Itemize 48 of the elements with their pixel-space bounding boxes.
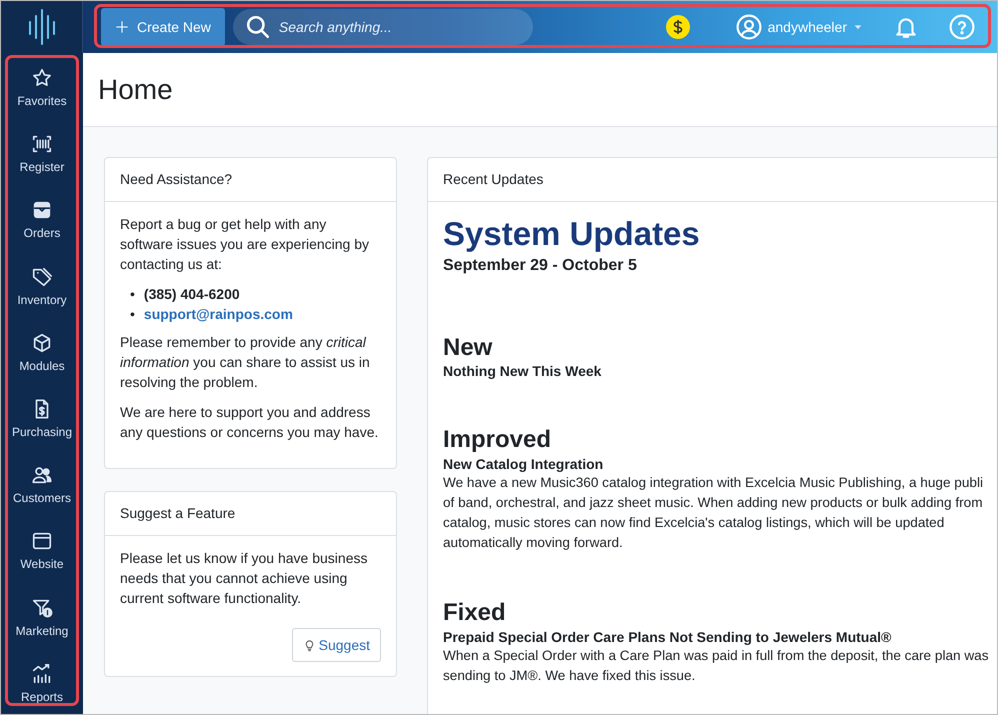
sidebar-item[interactable]: Favorites bbox=[1, 59, 83, 126]
update-text: We have a new Music360 catalog integration with Excelcia Music Publishing, a huge publi bbox=[443, 474, 984, 492]
help-icon[interactable] bbox=[949, 14, 975, 40]
sidebar-item[interactable]: Inventory bbox=[1, 258, 83, 324]
reminder-text: Please remember to provide any critical information you can share to assist us in resolving the problem. bbox=[120, 333, 371, 392]
suggest-button[interactable]: Suggest bbox=[292, 628, 381, 662]
tags-icon bbox=[31, 266, 53, 288]
bar-chart-icon bbox=[31, 662, 53, 685]
sidebar-item[interactable]: Marketing bbox=[1, 588, 83, 655]
update-text: automatically moving forward. bbox=[443, 534, 624, 552]
sidebar-item[interactable]: Modules bbox=[1, 324, 83, 390]
card-header: Need Assistance? bbox=[105, 158, 396, 202]
intro-text: Report a bug or get help with any software issues you are experiencing by contacting us at: bbox=[120, 215, 370, 274]
page-title: Home bbox=[98, 72, 173, 106]
update-title: New Catalog Integration bbox=[443, 455, 604, 474]
updates-heading: System Updates bbox=[443, 214, 701, 254]
logo-icon bbox=[26, 8, 56, 46]
card-header: Recent Updates bbox=[428, 158, 997, 202]
section-heading: Improved bbox=[443, 426, 552, 456]
user-avatar-icon bbox=[736, 14, 762, 40]
update-text: sending to JM®. We have fixed this issue. bbox=[443, 666, 696, 685]
update-title: Prepaid Special Order Care Plans Not Sending to Jewelers Mutual® bbox=[443, 628, 892, 646]
update-text: When a Special Order with a Care Plan was paid in full from the deposit, the care plan was bbox=[443, 646, 989, 665]
sidebar-item[interactable]: Purchasing bbox=[1, 390, 83, 456]
bullet-marker: • bbox=[130, 285, 135, 304]
coin-icon[interactable] bbox=[666, 15, 690, 39]
plus-icon bbox=[115, 20, 129, 34]
support-note: We are here to support you and address any questions or concerns you may have. bbox=[120, 403, 380, 442]
sidebar-item[interactable]: Website bbox=[1, 522, 83, 588]
update-title: Nothing New This Week bbox=[443, 362, 602, 380]
sidebar-item[interactable]: Reports bbox=[1, 654, 83, 715]
sidebar-item[interactable]: Customers bbox=[1, 456, 83, 522]
suggest-text: Please let us know if you have business needs that you cannot achieve using current software functionality. bbox=[120, 549, 368, 608]
star-icon bbox=[31, 67, 53, 89]
section-heading: New bbox=[443, 334, 494, 362]
cube-icon bbox=[31, 332, 53, 354]
bullet-marker: • bbox=[130, 305, 135, 324]
phone-number: (385) 404-6200 bbox=[144, 285, 240, 304]
date-range: September 29 - October 5 bbox=[443, 256, 638, 276]
sidebar-item[interactable]: Register bbox=[1, 125, 83, 192]
update-text: catalog, music stores can now find Excelcia's catalog listings, which will be updated bbox=[443, 514, 946, 532]
email-link[interactable]: support@rainpos.com bbox=[144, 304, 293, 324]
section-heading: Fixed bbox=[443, 599, 507, 628]
card-header: Suggest a Feature bbox=[105, 492, 396, 536]
update-text: of band, orchestral, and jazz sheet music. When adding new products or bulk adding from bbox=[443, 494, 984, 512]
sidebar-item[interactable]: Orders bbox=[1, 191, 83, 258]
search-icon bbox=[244, 14, 271, 40]
create-new-button[interactable]: Create New bbox=[101, 8, 225, 46]
